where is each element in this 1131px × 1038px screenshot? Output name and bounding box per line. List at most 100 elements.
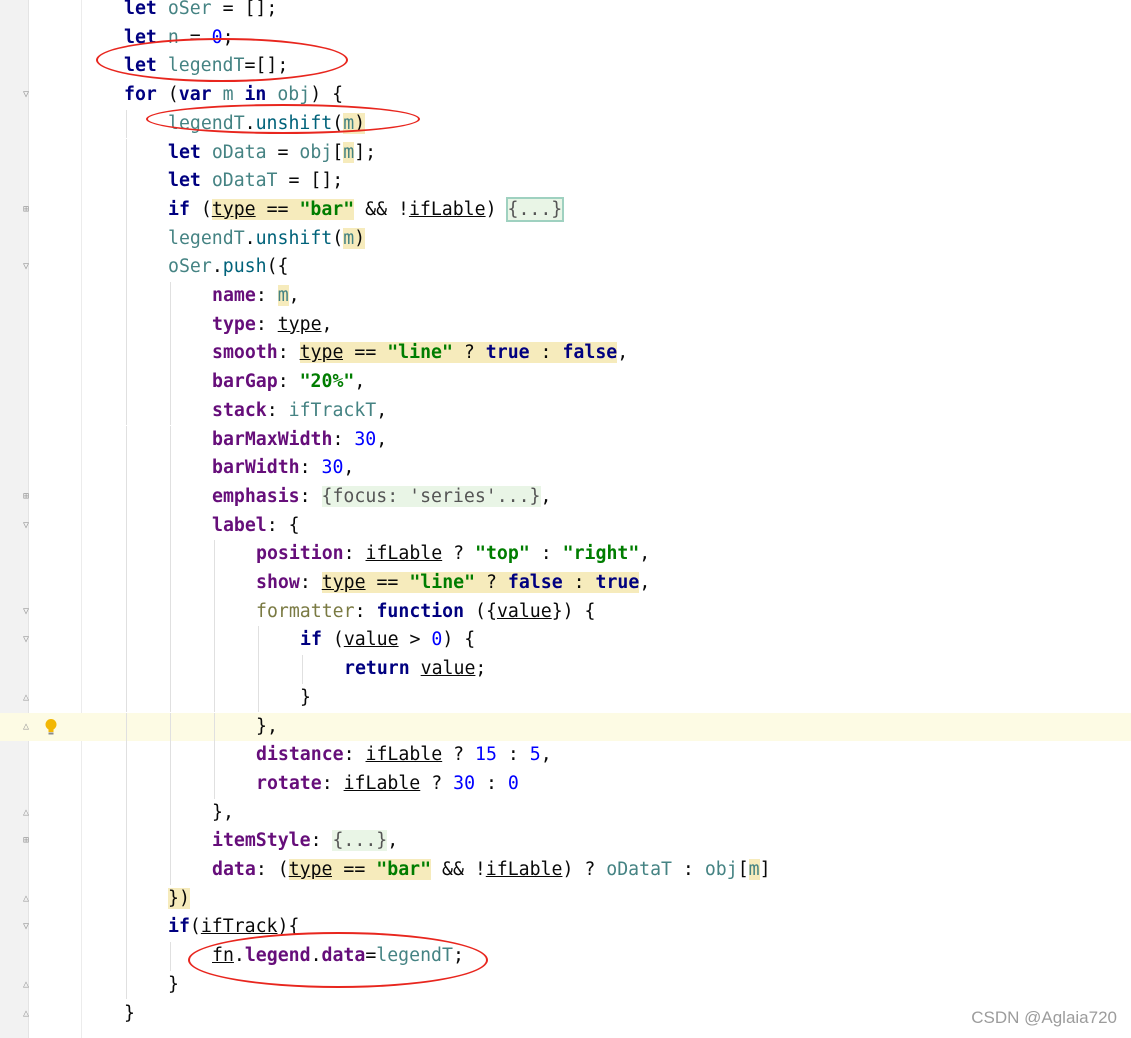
code-line[interactable]: itemStyle: {...}, bbox=[0, 827, 1131, 856]
fold-end-icon[interactable]: △ bbox=[21, 807, 31, 818]
code-token: 0 bbox=[507, 772, 519, 794]
code-line[interactable]: }, bbox=[0, 798, 1131, 828]
indent-guide bbox=[126, 368, 127, 397]
indent-guide bbox=[126, 769, 127, 799]
code-token: = []; bbox=[211, 0, 278, 19]
fold-collapse-icon[interactable]: ▽ bbox=[21, 262, 31, 272]
code-line[interactable]: }, bbox=[0, 712, 1131, 742]
code-line[interactable]: barGap: "20%", bbox=[0, 368, 1131, 397]
fold-end-icon[interactable]: △ bbox=[21, 979, 31, 990]
fold-collapse-icon[interactable]: ▽ bbox=[21, 520, 31, 531]
code-line[interactable]: show: type == "line" ? false : true, bbox=[0, 569, 1131, 598]
code-token: name bbox=[212, 285, 256, 306]
code-line[interactable]: if (value > 0) { bbox=[0, 626, 1131, 656]
code-line[interactable]: position: ifLable ? "top" : "right", bbox=[0, 540, 1131, 569]
code-line[interactable]: barWidth: 30, bbox=[0, 454, 1131, 483]
code-line[interactable]: label: { bbox=[0, 511, 1131, 541]
fold-expand-icon[interactable]: ⊞ bbox=[21, 836, 31, 846]
indent-guide bbox=[214, 712, 215, 742]
code-token: "line" bbox=[387, 342, 453, 364]
code-token: "right" bbox=[562, 543, 640, 565]
code-line[interactable]: stack: ifTrackT, bbox=[0, 396, 1131, 426]
code-token: m bbox=[343, 141, 355, 163]
code-token: : bbox=[343, 543, 366, 565]
code-line[interactable]: if(ifTrack){ bbox=[0, 913, 1131, 943]
code-line[interactable]: let oData = obj[m]; bbox=[0, 138, 1131, 168]
indent-guide bbox=[214, 626, 215, 656]
code-token: true bbox=[485, 342, 530, 364]
code-text: itemStyle: {...}, bbox=[212, 829, 398, 853]
code-line[interactable]: let oDataT = []; bbox=[0, 167, 1131, 196]
code-line[interactable]: fn.legend.data=legendT; bbox=[0, 942, 1131, 971]
code-line[interactable]: } bbox=[0, 683, 1131, 713]
code-token: m bbox=[748, 859, 760, 880]
code-token: } bbox=[168, 973, 179, 995]
indent-guide bbox=[170, 712, 171, 742]
code-line[interactable]: } bbox=[0, 970, 1131, 1000]
code-line[interactable]: barMaxWidth: 30, bbox=[0, 425, 1131, 455]
code-token: : bbox=[299, 572, 322, 593]
code-line[interactable]: legendT.unshift(m) bbox=[0, 224, 1131, 254]
indent-guide bbox=[258, 655, 259, 684]
fold-end-icon[interactable]: △ bbox=[21, 893, 31, 904]
fold-expand-icon[interactable]: ⊞ bbox=[21, 491, 31, 502]
code-line[interactable]: type: type, bbox=[0, 310, 1131, 340]
code-line[interactable]: distance: ifLable ? 15 : 5, bbox=[0, 741, 1131, 770]
code-token: : bbox=[299, 457, 322, 479]
code-editor[interactable]: let oSer = []; let n = 0; let legendT=[]; f… bbox=[0, 0, 1131, 1038]
fold-collapse-icon[interactable]: ▽ bbox=[21, 90, 31, 100]
indent-guide bbox=[214, 597, 215, 627]
fold-collapse-icon[interactable]: ▽ bbox=[21, 922, 31, 932]
indent-guide bbox=[126, 626, 127, 656]
code-token: type bbox=[211, 198, 256, 220]
code-token: m bbox=[222, 84, 234, 106]
code-token: {...} bbox=[505, 196, 565, 222]
fold-collapse-icon[interactable]: ▽ bbox=[21, 635, 31, 645]
code-token: rotate bbox=[256, 772, 322, 794]
code-token: , bbox=[639, 572, 651, 593]
code-token: distance bbox=[256, 744, 344, 766]
code-token: type bbox=[212, 313, 256, 335]
code-line[interactable]: formatter: function ({value}) { bbox=[0, 597, 1131, 627]
code-token: in bbox=[244, 84, 267, 106]
fold-end-icon[interactable]: △ bbox=[21, 721, 31, 732]
indent-guide bbox=[214, 540, 215, 569]
code-token: value bbox=[496, 600, 552, 622]
code-line[interactable]: oSer.push({ bbox=[0, 253, 1131, 282]
code-token: 0 bbox=[431, 629, 443, 651]
code-token: [ bbox=[332, 141, 344, 163]
code-token: "line" bbox=[409, 572, 476, 593]
code-line[interactable]: let oSer = []; bbox=[0, 0, 1131, 24]
fold-expand-icon[interactable]: ⊞ bbox=[21, 204, 31, 215]
code-token: > bbox=[398, 629, 432, 651]
code-token: : bbox=[332, 428, 355, 450]
code-line[interactable]: } bbox=[0, 1000, 1131, 1029]
code-text: distance: ifLable ? 15 : 5, bbox=[256, 743, 552, 767]
code-line[interactable]: rotate: ifLable ? 30 : 0 bbox=[0, 769, 1131, 799]
indent-guide bbox=[126, 454, 127, 483]
fold-end-icon[interactable]: △ bbox=[21, 692, 31, 703]
code-line[interactable]: for (var m in obj) { bbox=[0, 81, 1131, 110]
code-line[interactable]: smooth: type == "line" ? true : false, bbox=[0, 339, 1131, 369]
code-line[interactable]: name: m, bbox=[0, 282, 1131, 311]
code-token: oDataT bbox=[606, 859, 672, 880]
code-text: oSer.push({ bbox=[168, 255, 288, 279]
fold-collapse-icon[interactable]: ▽ bbox=[21, 606, 31, 617]
code-token: = []; bbox=[277, 170, 344, 192]
code-token: obj bbox=[704, 859, 738, 880]
annotation-ellipse-legendT-unshift bbox=[146, 104, 420, 134]
code-line[interactable]: if (type == "bar" && !ifLable) {...} bbox=[0, 195, 1131, 225]
code-line[interactable]: emphasis: {focus: 'series'...}, bbox=[0, 482, 1131, 512]
code-token: }, bbox=[256, 715, 278, 737]
indent-guide bbox=[126, 167, 127, 196]
code-line[interactable]: data: (type == "bar" && !ifLable) ? oDat… bbox=[0, 856, 1131, 885]
lightbulb-icon[interactable] bbox=[44, 718, 58, 736]
fold-end-icon[interactable]: △ bbox=[21, 1008, 31, 1019]
code-token: "bar" bbox=[299, 198, 355, 220]
code-line[interactable]: }) bbox=[0, 884, 1131, 914]
code-token: : bbox=[475, 772, 508, 794]
code-line[interactable]: return value; bbox=[0, 655, 1131, 684]
indent-guide bbox=[126, 540, 127, 569]
